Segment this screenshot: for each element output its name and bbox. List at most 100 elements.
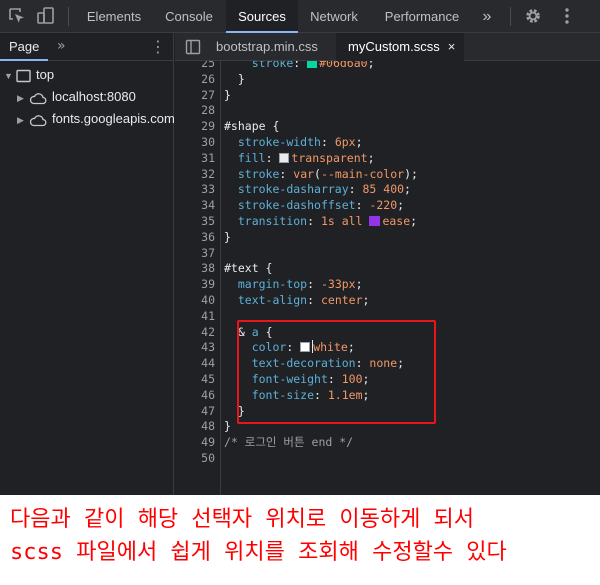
line-number[interactable]: 39 [175, 277, 215, 293]
code-line: 29 #shape { [175, 119, 600, 135]
editor-tab-bar: bootstrap.min.css myCustom.scss × [175, 33, 600, 61]
code-line: 36} [175, 230, 600, 246]
line-number[interactable]: 31 [175, 151, 215, 167]
line-number[interactable]: 40 [175, 293, 215, 309]
editor-tab-label: bootstrap.min.css [216, 39, 318, 54]
more-tabs-button[interactable]: » [474, 0, 500, 33]
code-line: 37 [175, 246, 600, 262]
code-text: } [224, 419, 231, 434]
code-text: #text { [224, 261, 273, 276]
line-number[interactable]: 42 [175, 325, 215, 341]
line-number[interactable]: 47 [175, 404, 215, 420]
line-number[interactable]: 32 [175, 167, 215, 183]
tab-console[interactable]: Console [152, 0, 226, 33]
line-number[interactable]: 33 [175, 182, 215, 198]
kebab-menu-icon[interactable] [556, 5, 578, 27]
sidebar-menu-button[interactable]: ⋮ [150, 33, 166, 61]
code-text: text-align: center; [237, 293, 370, 307]
line-number[interactable]: 49 [175, 435, 215, 451]
easing-editor-icon [369, 216, 381, 226]
editor-tab-mycustom[interactable]: myCustom.scss × [336, 33, 464, 61]
code-text: transition: 1s all ease; [237, 214, 418, 228]
editor-tab-label: myCustom.scss [348, 39, 440, 54]
device-toggle-icon[interactable] [35, 5, 57, 27]
tree-item-label: fonts.googleapis.com [52, 111, 175, 126]
code-text: #shape { [224, 119, 280, 134]
code-line: 40 text-align: center; [175, 293, 600, 309]
line-number[interactable]: 37 [175, 246, 215, 262]
line-number[interactable]: 27 [175, 88, 215, 104]
sidebar-more-button[interactable]: » [57, 33, 66, 59]
line-number[interactable]: 34 [175, 198, 215, 214]
highlight-box [237, 320, 436, 424]
tab-performance[interactable]: Performance [370, 0, 474, 33]
code-text: } [224, 87, 231, 102]
devtools-screenshot: Elements Console Sources Network Perform… [0, 0, 600, 495]
caption-line-2: scss 파일에서 쉽게 위치를 조회해 수정할수 있다 [10, 540, 507, 565]
frame-icon [16, 69, 31, 83]
code-text: margin-top: -33px; [237, 277, 363, 292]
tab-elements[interactable]: Elements [76, 0, 152, 33]
line-number[interactable]: 41 [175, 309, 215, 325]
line-number[interactable]: 26 [175, 72, 215, 88]
code-text: fill: transparent; [237, 150, 375, 165]
code-line: 49 /* 로그인 버튼 end */ [175, 435, 600, 451]
line-number[interactable]: 50 [175, 451, 215, 467]
code-line: 30 stroke-width: 6px; [175, 135, 600, 151]
code-line: 32 stroke: var(--main-color); [175, 167, 600, 183]
toolbar-divider [68, 7, 69, 26]
caption-line-1: 다음과 같이 해당 선택자 위치로 이동하게 되서 [10, 507, 475, 532]
code-line: 27} [175, 88, 600, 104]
code-text: stroke-dashoffset: -220; [237, 198, 405, 213]
gear-icon[interactable] [522, 5, 544, 27]
editor-tab-bootstrap[interactable]: bootstrap.min.css [206, 33, 331, 61]
code-text: /* 로그인 버튼 end */ [224, 435, 354, 450]
expanded-arrow-icon[interactable]: ▼ [4, 66, 16, 86]
code-line: 34 stroke-dashoffset: -220; [175, 198, 600, 214]
devtools-toolbar: Elements Console Sources Network Perform… [0, 0, 600, 33]
code-line: 28 [175, 103, 600, 119]
line-number[interactable]: 46 [175, 388, 215, 404]
tab-sources[interactable]: Sources [226, 0, 298, 33]
line-number[interactable]: 48 [175, 419, 215, 435]
tree-item-label: top [36, 67, 55, 82]
code-line: 50 [175, 451, 600, 467]
code-line: 39 margin-top: -33px; [175, 277, 600, 293]
inspect-icon[interactable] [6, 5, 28, 27]
code-text: stroke: var(--main-color); [237, 166, 418, 181]
tree-item-top[interactable]: ▼ top [4, 65, 54, 85]
line-number[interactable]: 36 [175, 230, 215, 246]
color-swatch [279, 152, 290, 163]
line-number[interactable]: 25 [175, 61, 215, 72]
collapsed-arrow-icon[interactable]: ▶ [17, 110, 29, 130]
code-text: } [224, 229, 231, 244]
code-text: stroke-width: 6px; [237, 135, 363, 149]
caption: 다음과 같이 해당 선택자 위치로 이동하게 되서 scss 파일에서 쉽게 위치… [10, 503, 595, 569]
code-text: } [224, 71, 245, 86]
tree-item-localhost[interactable]: ▶ localhost:8080 [17, 87, 136, 107]
line-number[interactable]: 44 [175, 356, 215, 372]
tab-page[interactable]: Page [0, 33, 49, 61]
collapsed-arrow-icon[interactable]: ▶ [17, 88, 29, 108]
source-editor: bootstrap.min.css myCustom.scss × 25 stro… [175, 33, 600, 495]
toolbar-divider [510, 7, 511, 26]
tree-item-fonts-googleapis[interactable]: ▶ fonts.googleapis.com [17, 109, 175, 129]
line-number[interactable]: 29 [175, 119, 215, 135]
line-number[interactable]: 43 [175, 340, 215, 356]
line-number[interactable]: 35 [175, 214, 215, 230]
code-area[interactable]: 25 stroke: #06d6a0; 26 } 27} 28 29 #shape {30… [175, 61, 600, 495]
close-tab-icon[interactable]: × [448, 39, 456, 54]
code-text: stroke: #06d6a0; [224, 61, 375, 72]
cloud-icon [29, 93, 47, 105]
line-number[interactable]: 28 [175, 103, 215, 119]
code-line: 26 } [175, 72, 600, 88]
line-number[interactable]: 45 [175, 372, 215, 388]
line-number[interactable]: 30 [175, 135, 215, 151]
tab-network[interactable]: Network [298, 0, 370, 33]
toggle-navigator-icon[interactable] [185, 39, 201, 59]
tree-item-label: localhost:8080 [52, 89, 136, 104]
code-line: 33 stroke-dasharray: 85 400; [175, 182, 600, 198]
navigator-sidebar: Page » ⋮ ▼ top ▶ localhost:8080 ▶ fonts.goo… [0, 33, 175, 495]
code-line: 31 fill: transparent; [175, 151, 600, 167]
line-number[interactable]: 38 [175, 261, 215, 277]
